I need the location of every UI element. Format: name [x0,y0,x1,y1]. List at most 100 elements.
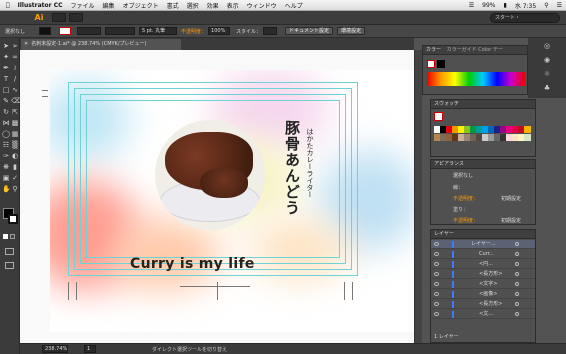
canvas-area[interactable]: はかたカレーライター 豚骨あんどう Curry is my life [20,50,414,343]
visibility-eye-icon[interactable] [434,262,439,266]
pen-tool-icon[interactable]: ✒ [2,64,10,72]
drawing-mode-icon[interactable] [5,248,14,255]
layer-row[interactable]: <長方形> [431,300,535,309]
selection-tool-icon[interactable]: ➤ [2,42,10,50]
graphic-style-picker[interactable] [263,27,278,35]
visibility-eye-icon[interactable] [434,282,439,286]
swatches-panel-header[interactable]: スウォッチ [431,100,535,109]
pencil-tool-icon[interactable]: ✎ [2,97,10,105]
close-tab-icon[interactable]: ✕ [24,41,28,47]
opacity-label[interactable]: 不透明度： [181,28,206,35]
screen-mode-icon[interactable] [5,262,14,269]
appearance-panel-header[interactable]: アピアランス [431,160,535,169]
zoom-field[interactable]: 238.74% [42,345,68,353]
layer-row[interactable]: <文... [431,310,535,319]
paintbrush-tool-icon[interactable]: ∿ [11,86,19,94]
appearance-fill[interactable]: 塗り： [453,206,468,213]
free-transform-tool-icon[interactable]: ▩ [11,119,19,127]
color-fill-chip[interactable] [437,60,445,68]
menu-window[interactable]: ウィンドウ [247,1,277,10]
clock[interactable]: 水 7:35 [515,1,536,10]
menu-help[interactable]: ヘルプ [285,1,303,10]
direct-selection-tool-icon[interactable]: ➢ [11,42,19,50]
menu-object[interactable]: オブジェクト [123,1,159,10]
menu-type[interactable]: 書式 [167,1,179,10]
gradient-tool-icon[interactable]: ▒ [11,141,19,149]
curry-photo-circle[interactable] [155,120,265,230]
swatch-grid[interactable] [434,126,534,150]
name-text[interactable]: 豚骨あんどう [282,120,303,216]
color-spectrum[interactable] [427,72,525,86]
document-tab[interactable]: ✕ 名刺未設定-1.ai* @ 238.74% (CMYK/プレビュー) [21,39,181,50]
blend-tool-icon[interactable]: ◐ [11,152,19,160]
bridge-button[interactable] [52,13,66,22]
color-panel-header[interactable]: カラー カラーガイド Color テー [423,46,527,55]
visibility-eye-icon[interactable] [434,302,439,306]
target-circle-icon[interactable] [515,282,519,286]
arrange-documents-button[interactable] [69,13,83,22]
target-circle-icon[interactable] [515,272,519,276]
artboard[interactable]: はかたカレーライター 豚骨あんどう Curry is my life [50,70,414,332]
document-setup-button[interactable]: ドキュメント設定 [285,27,334,35]
artboard-number-field[interactable]: 1 [84,345,96,353]
target-circle-icon[interactable] [515,242,519,246]
type-tool-icon[interactable]: T [2,75,10,83]
notification-icon[interactable]: ☰ [557,2,562,9]
mesh-tool-icon[interactable]: ☷ [2,141,10,149]
rotate-tool-icon[interactable]: ↻ [2,108,10,116]
menu-file[interactable]: ファイル [71,1,95,10]
color-stroke-chip[interactable] [427,60,435,68]
preferences-button[interactable]: 環境設定 [337,27,366,35]
menu-edit[interactable]: 編集 [103,1,115,10]
visibility-eye-icon[interactable] [434,272,439,276]
target-circle-icon[interactable] [515,302,519,306]
libraries-icon[interactable]: ◎ [543,42,551,50]
vertical-scrollbar[interactable] [414,50,422,343]
target-circle-icon[interactable] [515,262,519,266]
symbol-sprayer-tool-icon[interactable]: ❋ [2,163,10,171]
stroke-swatch[interactable] [8,214,18,224]
properties-icon[interactable]: ◉ [543,56,551,64]
opacity-field[interactable]: 100% [208,27,231,35]
spotlight-icon[interactable]: ⚲ [544,2,548,9]
menu-select[interactable]: 選択 [187,1,199,10]
color-panel-title[interactable]: カラー [426,47,441,53]
layer-row[interactable]: レイヤー... [431,240,535,249]
color-swatch[interactable] [524,126,531,133]
color-swatch[interactable] [524,134,531,141]
visibility-eye-icon[interactable] [434,312,439,316]
workspace-switcher[interactable]: スタート・ [490,13,560,23]
eyedropper-tool-icon[interactable]: ✑ [2,152,10,160]
visibility-eye-icon[interactable] [434,292,439,296]
curvature-tool-icon[interactable]: ≀ [11,64,19,72]
perspective-grid-tool-icon[interactable]: ▦ [11,130,19,138]
role-text[interactable]: はかたカレーライター [305,128,315,198]
brush-definition[interactable]: 5 pt. 丸筆 [139,27,178,35]
visibility-eye-icon[interactable] [434,252,439,256]
hand-tool-icon[interactable]: ✋ [2,185,11,193]
wifi-icon[interactable]: ☰ [469,2,474,9]
stroke-weight-field[interactable] [77,27,102,35]
menu-view[interactable]: 表示 [227,1,239,10]
rectangle-tool-icon[interactable]: □ [2,86,10,94]
shape-builder-tool-icon[interactable]: ◯ [2,130,10,138]
width-tool-icon[interactable]: ⋈ [2,119,10,127]
target-circle-icon[interactable] [515,312,519,316]
layer-row[interactable]: <長方形> [431,270,535,279]
layer-row[interactable]: <円... [431,260,535,269]
visibility-eye-icon[interactable] [434,242,439,246]
fill-color-box[interactable] [39,27,52,35]
variable-width-profile[interactable] [105,27,136,35]
column-graph-tool-icon[interactable]: ▮ [11,163,19,171]
slice-tool-icon[interactable]: ✓ [11,174,19,182]
symbols-icon[interactable]: ♣ [543,84,551,92]
layer-row[interactable]: <画像> [431,290,535,299]
apple-icon[interactable]:  [6,2,10,9]
scale-tool-icon[interactable]: ⇱ [11,108,19,116]
swatch-none[interactable] [434,112,443,121]
line-tool-icon[interactable]: ∕ [11,75,19,83]
headline-text[interactable]: Curry is my life [130,256,270,272]
gradient-mode-button[interactable] [10,234,15,239]
target-circle-icon[interactable] [515,292,519,296]
appearance-stroke-opacity[interactable]: 不透明度： [453,195,478,202]
